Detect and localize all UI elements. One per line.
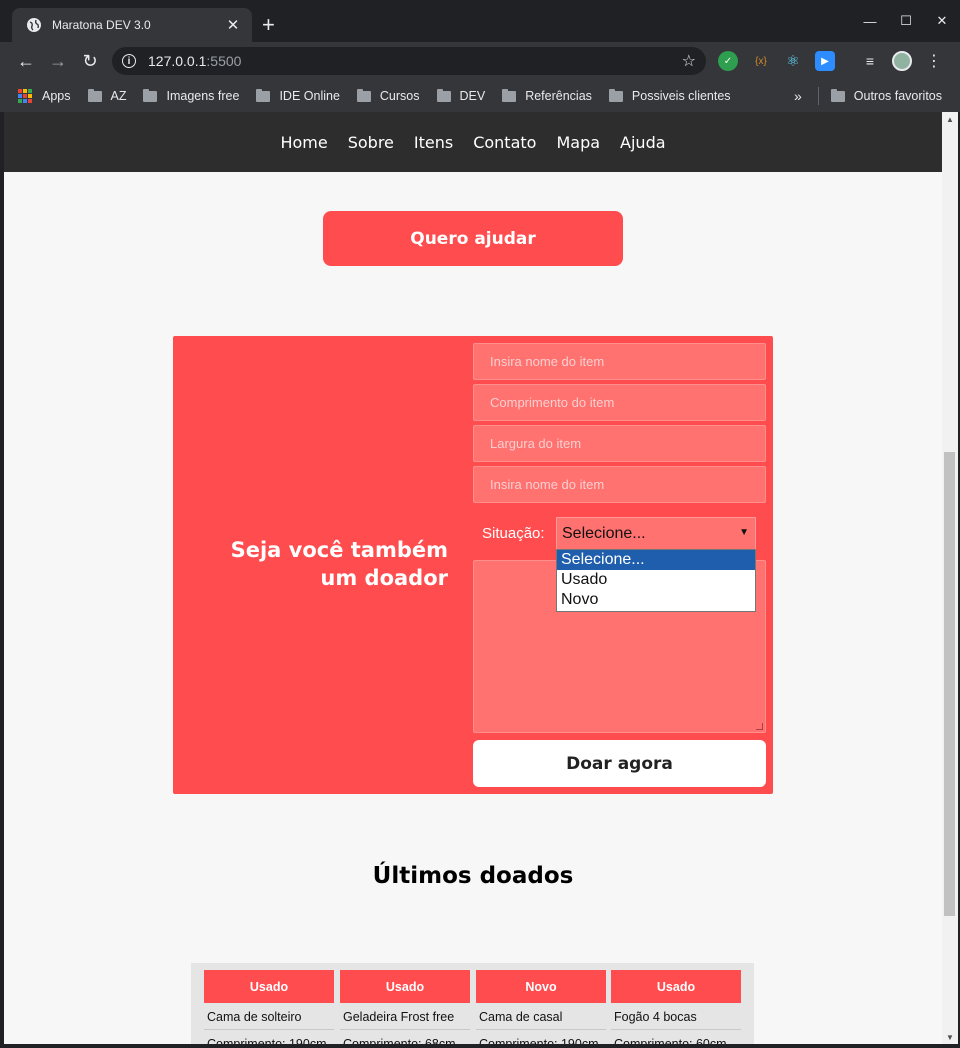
divider [817,87,819,105]
browser-tab-bar: Maratona DEV 3.0 ✕ + — ☐ ✕ [0,0,960,42]
window-controls: — ☐ ✕ [852,0,960,42]
bookmarks-bar: Apps AZ Imagens free IDE Online Cursos D… [0,80,960,112]
item-length: Comprimento: 68cm [340,1030,470,1044]
item-name: Cama de solteiro [204,1003,334,1030]
back-icon[interactable]: ← [14,49,38,73]
status-badge: Usado [611,970,741,1003]
nav-home[interactable]: Home [280,133,327,152]
folder-icon [87,88,102,102]
folder-icon [502,88,517,102]
apps-grid-icon [18,89,32,103]
item-name-input-2[interactable]: Insira nome do item [473,466,766,503]
bookmark-folder[interactable]: Referências [502,88,592,103]
nav-sobre[interactable]: Sobre [348,133,394,152]
new-tab-icon[interactable]: + [262,13,275,37]
close-window-icon[interactable]: ✕ [924,0,960,42]
bookmark-folder[interactable]: Imagens free [143,88,239,103]
page-scrollbar[interactable]: ▲ ▼ [942,112,958,1044]
kebab-menu-icon[interactable]: ⋮ [924,51,944,71]
extension-react-icon[interactable]: ⚛ [783,51,803,71]
maximize-icon[interactable]: ☐ [888,0,924,42]
nav-ajuda[interactable]: Ajuda [620,133,666,152]
donation-form: Seja você também um doador Insira nome d… [173,336,773,794]
status-badge: Novo [476,970,606,1003]
bookmark-folder[interactable]: DEV [436,88,485,103]
bookmark-folder[interactable]: IDE Online [256,88,340,103]
tab-title: Maratona DEV 3.0 [52,18,151,32]
extension-json-icon[interactable]: {x} [751,51,771,71]
bookmark-folder[interactable]: Possiveis clientes [608,88,731,103]
situation-dropdown: Selecione... Usado Novo [556,549,756,612]
bookmarks-overflow: » Outros favoritos [794,80,942,112]
situation-select[interactable]: Selecione... ▼ [556,517,756,550]
reload-icon[interactable]: ↻ [78,49,102,73]
forward-icon[interactable]: → [46,49,70,73]
extension-grammar-icon[interactable]: ✓ [718,51,738,71]
item-card: Usado Fogão 4 bocas Comprimento: 60cm [611,970,741,1044]
close-tab-icon[interactable]: ✕ [224,16,242,34]
scroll-up-icon[interactable]: ▲ [942,112,958,126]
address-bar[interactable]: i 127.0.0.1:5500 ☆ [112,47,706,75]
item-width-input[interactable]: Largura do item [473,425,766,462]
caret-down-icon: ▼ [739,527,749,538]
item-name: Geladeira Frost free [340,1003,470,1030]
url-host: 127.0.0.1 [148,53,207,69]
folder-icon [830,88,845,102]
extension-zoom-icon[interactable]: ▶ [815,51,835,71]
option-selecione[interactable]: Selecione... [557,550,755,570]
item-length-input[interactable]: Comprimento do item [473,384,766,421]
other-bookmarks[interactable]: Outros favoritos [854,89,942,103]
scroll-down-icon[interactable]: ▼ [942,1030,958,1044]
folder-icon [143,88,158,102]
url-port: :5500 [206,53,242,69]
status-badge: Usado [340,970,470,1003]
situation-label: Situação: [482,525,545,542]
item-name: Cama de casal [476,1003,606,1030]
nav-itens[interactable]: Itens [414,133,453,152]
media-control-icon[interactable]: ≡ [860,51,880,71]
bookmark-folder[interactable]: AZ [87,88,126,103]
last-donated-title: Últimos doados [372,863,574,889]
item-card: Novo Cama de casal Comprimento: 190cm [476,970,606,1044]
site-info-icon[interactable]: i [122,54,136,68]
profile-avatar[interactable] [892,51,912,71]
option-novo[interactable]: Novo [557,590,755,610]
item-card: Usado Cama de solteiro Comprimento: 190c… [204,970,334,1044]
folder-icon [356,88,371,102]
scroll-thumb[interactable] [944,452,955,916]
status-badge: Usado [204,970,334,1003]
minimize-icon[interactable]: — [852,0,888,42]
bookmark-folder[interactable]: Cursos [356,88,420,103]
bookmark-apps[interactable]: Apps [18,89,71,103]
donate-submit-button[interactable]: Doar agora [473,740,766,787]
item-length: Comprimento: 190cm [204,1030,334,1044]
resize-handle-icon[interactable] [756,723,763,730]
chevron-double-right-icon[interactable]: » [794,88,802,104]
nav-contato[interactable]: Contato [473,133,536,152]
donated-items-grid: Usado Cama de solteiro Comprimento: 190c… [191,963,754,1044]
item-name-input[interactable]: Insira nome do item [473,343,766,380]
folder-icon [256,88,271,102]
globe-icon [27,18,41,32]
nav-mapa[interactable]: Mapa [556,133,600,152]
item-length: Comprimento: 190cm [476,1030,606,1044]
option-usado[interactable]: Usado [557,570,755,590]
page-viewport: Home Sobre Itens Contato Mapa Ajuda Quer… [4,112,942,1044]
item-name: Fogão 4 bocas [611,1003,741,1030]
donation-title: Seja você também um doador [230,538,448,590]
bookmark-star-icon[interactable]: ☆ [682,51,696,71]
site-nav: Home Sobre Itens Contato Mapa Ajuda [4,112,942,172]
item-card: Usado Geladeira Frost free Comprimento: … [340,970,470,1044]
help-button[interactable]: Quero ajudar [323,211,623,266]
item-length: Comprimento: 60cm [611,1030,741,1044]
folder-icon [436,88,451,102]
browser-tab[interactable]: Maratona DEV 3.0 ✕ [12,8,252,42]
browser-toolbar: ← → ↻ i 127.0.0.1:5500 ☆ ✓ {x} ⚛ ▶ ≡ ⋮ [0,42,960,80]
folder-icon [608,88,623,102]
select-value: Selecione... [562,524,646,542]
